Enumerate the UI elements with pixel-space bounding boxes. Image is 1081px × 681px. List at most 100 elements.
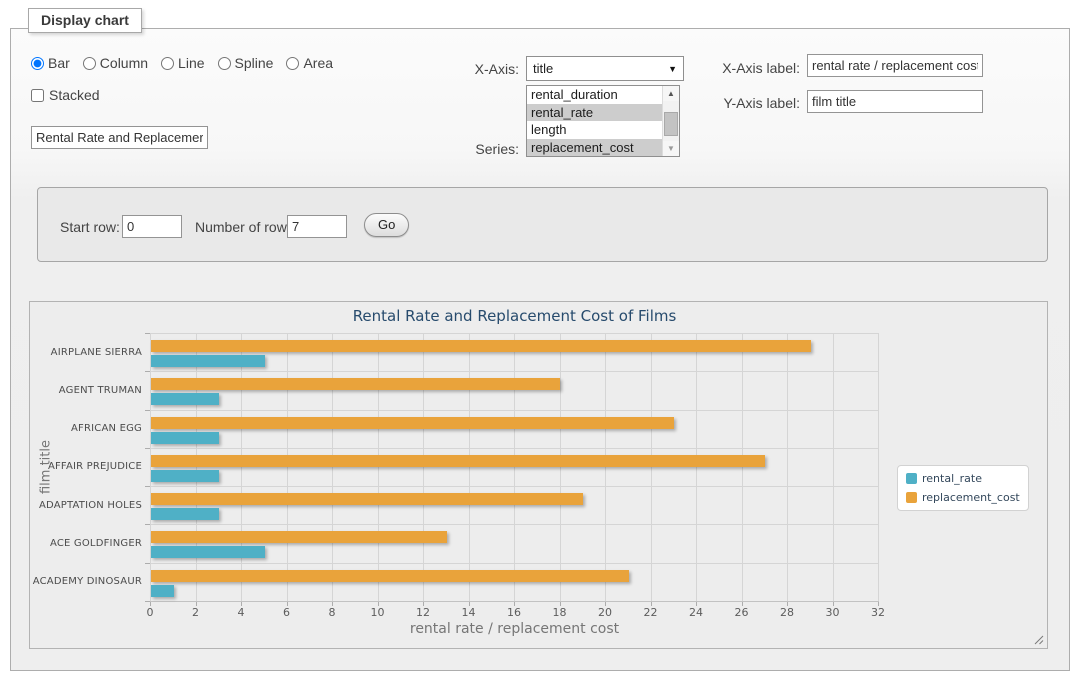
x-tick-label: 10 bbox=[371, 606, 385, 619]
chart-type-radio-bar[interactable]: Bar bbox=[31, 55, 70, 71]
num-rows-label: Number of rows: bbox=[195, 219, 298, 235]
resize-handle-icon[interactable] bbox=[1033, 634, 1044, 645]
x-axis-label-input[interactable] bbox=[807, 54, 983, 77]
chart-type-radio-input-bar[interactable] bbox=[31, 57, 44, 70]
gridline-horizontal bbox=[150, 410, 879, 411]
y-axis-label-input[interactable] bbox=[807, 90, 983, 113]
page: Display chart Bar Column Line Spline Area St… bbox=[0, 0, 1081, 681]
bar-rental_rate bbox=[151, 546, 265, 558]
display-chart-fieldset: Display chart BarColumnLineSplineArea St… bbox=[10, 28, 1070, 671]
y-axis-label-caption: Y-Axis label: bbox=[661, 95, 800, 111]
gridline-vertical bbox=[560, 333, 561, 601]
rows-panel: Start row: Number of rows: Go bbox=[37, 187, 1048, 262]
category-label: ACE GOLDFINGER bbox=[36, 524, 142, 562]
series-option-rental_rate[interactable]: rental_rate bbox=[527, 104, 662, 122]
stacked-checkbox[interactable] bbox=[31, 89, 44, 102]
y-axis-title: film title bbox=[39, 440, 54, 494]
legend-label: replacement_cost bbox=[922, 491, 1020, 504]
chart-title-input[interactable] bbox=[31, 126, 208, 149]
series-option-replacement_cost[interactable]: replacement_cost bbox=[527, 139, 662, 157]
gridline-horizontal bbox=[150, 371, 879, 372]
gridline-vertical bbox=[332, 333, 333, 601]
legend-swatch-icon bbox=[906, 473, 917, 484]
x-axis-title: rental rate / replacement cost bbox=[150, 621, 879, 637]
chart-type-radio-input-line[interactable] bbox=[161, 57, 174, 70]
gridline-vertical bbox=[287, 333, 288, 601]
x-tick-label: 24 bbox=[689, 606, 703, 619]
y-axis-tick bbox=[145, 448, 150, 449]
x-tick-label: 26 bbox=[735, 606, 749, 619]
chart-type-radio-label: Bar bbox=[48, 55, 70, 71]
x-axis-label-caption: X-Axis label: bbox=[661, 60, 800, 76]
scroll-down-icon[interactable]: ▼ bbox=[663, 141, 679, 156]
go-button[interactable]: Go bbox=[364, 213, 409, 237]
x-axis-select-label: X-Axis: bbox=[391, 61, 519, 77]
chart-type-radio-area[interactable]: Area bbox=[286, 55, 333, 71]
gridline-vertical bbox=[833, 333, 834, 601]
gridline-horizontal bbox=[150, 524, 879, 525]
chart-type-radio-column[interactable]: Column bbox=[83, 55, 148, 71]
gridline-vertical bbox=[150, 333, 151, 601]
x-tick-label: 4 bbox=[238, 606, 245, 619]
scrollbar-thumb[interactable] bbox=[664, 112, 678, 136]
bar-rental_rate bbox=[151, 355, 265, 367]
bar-rental_rate bbox=[151, 585, 174, 597]
series-multiselect[interactable]: rental_durationrental_ratelengthreplacem… bbox=[526, 85, 680, 157]
chart-type-radio-label: Area bbox=[303, 55, 333, 71]
y-axis-tick bbox=[145, 563, 150, 564]
bar-replacement_cost bbox=[151, 417, 674, 429]
x-axis-select-value: title bbox=[533, 61, 553, 76]
x-tick-label: 30 bbox=[826, 606, 840, 619]
x-tick-label: 20 bbox=[598, 606, 612, 619]
legend-item-replacement_cost[interactable]: replacement_cost bbox=[906, 491, 1020, 504]
gridline-vertical bbox=[514, 333, 515, 601]
bar-rental_rate bbox=[151, 432, 219, 444]
chart-type-radio-label: Spline bbox=[235, 55, 274, 71]
series-select-label: Series: bbox=[391, 141, 519, 157]
y-axis-tick bbox=[145, 371, 150, 372]
fieldset-legend: Display chart bbox=[28, 8, 142, 33]
category-label: AGENT TRUMAN bbox=[36, 371, 142, 409]
chart-type-radio-input-column[interactable] bbox=[83, 57, 96, 70]
gridline-vertical bbox=[423, 333, 424, 601]
gridline-vertical bbox=[878, 333, 879, 601]
chart-type-radio-spline[interactable]: Spline bbox=[218, 55, 274, 71]
bar-replacement_cost bbox=[151, 570, 629, 582]
bar-replacement_cost bbox=[151, 493, 583, 505]
chart-legend: rental_rate replacement_cost bbox=[897, 465, 1029, 511]
y-axis-tick bbox=[145, 333, 150, 334]
bar-replacement_cost bbox=[151, 340, 811, 352]
num-rows-input[interactable] bbox=[287, 215, 347, 238]
x-tick-label: 16 bbox=[507, 606, 521, 619]
x-tick-label: 0 bbox=[147, 606, 154, 619]
legend-item-rental_rate[interactable]: rental_rate bbox=[906, 472, 1020, 485]
x-tick-label: 8 bbox=[329, 606, 336, 619]
x-tick-label: 12 bbox=[416, 606, 430, 619]
gridline-vertical bbox=[696, 333, 697, 601]
chart-panel: Rental Rate and Replacement Cost of Film… bbox=[29, 301, 1048, 649]
x-tick-label: 2 bbox=[192, 606, 199, 619]
series-option-length[interactable]: length bbox=[527, 121, 662, 139]
chart-type-radio-input-spline[interactable] bbox=[218, 57, 231, 70]
y-axis-tick bbox=[145, 524, 150, 525]
category-label: AIRPLANE SIERRA bbox=[36, 333, 142, 371]
series-option-rental_duration[interactable]: rental_duration bbox=[527, 86, 662, 104]
gridline-vertical bbox=[605, 333, 606, 601]
bar-rental_rate bbox=[151, 393, 219, 405]
x-tick-label: 22 bbox=[644, 606, 658, 619]
chart-type-radio-group: Bar Column Line Spline Area bbox=[31, 55, 333, 71]
series-options: rental_durationrental_ratelengthreplacem… bbox=[527, 86, 662, 156]
legend-label: rental_rate bbox=[922, 472, 982, 485]
x-tick-label: 18 bbox=[553, 606, 567, 619]
bar-rental_rate bbox=[151, 470, 219, 482]
start-row-input[interactable] bbox=[122, 215, 182, 238]
chart-type-radio-input-area[interactable] bbox=[286, 57, 299, 70]
chart-type-radio-label: Line bbox=[178, 55, 204, 71]
start-row-label: Start row: bbox=[60, 219, 120, 235]
stacked-checkbox-row[interactable]: Stacked bbox=[31, 87, 100, 103]
gridline-horizontal bbox=[150, 333, 879, 334]
x-tick-label: 6 bbox=[283, 606, 290, 619]
x-tick-label: 28 bbox=[780, 606, 794, 619]
chart-type-radio-line[interactable]: Line bbox=[161, 55, 204, 71]
y-axis-tick bbox=[145, 486, 150, 487]
